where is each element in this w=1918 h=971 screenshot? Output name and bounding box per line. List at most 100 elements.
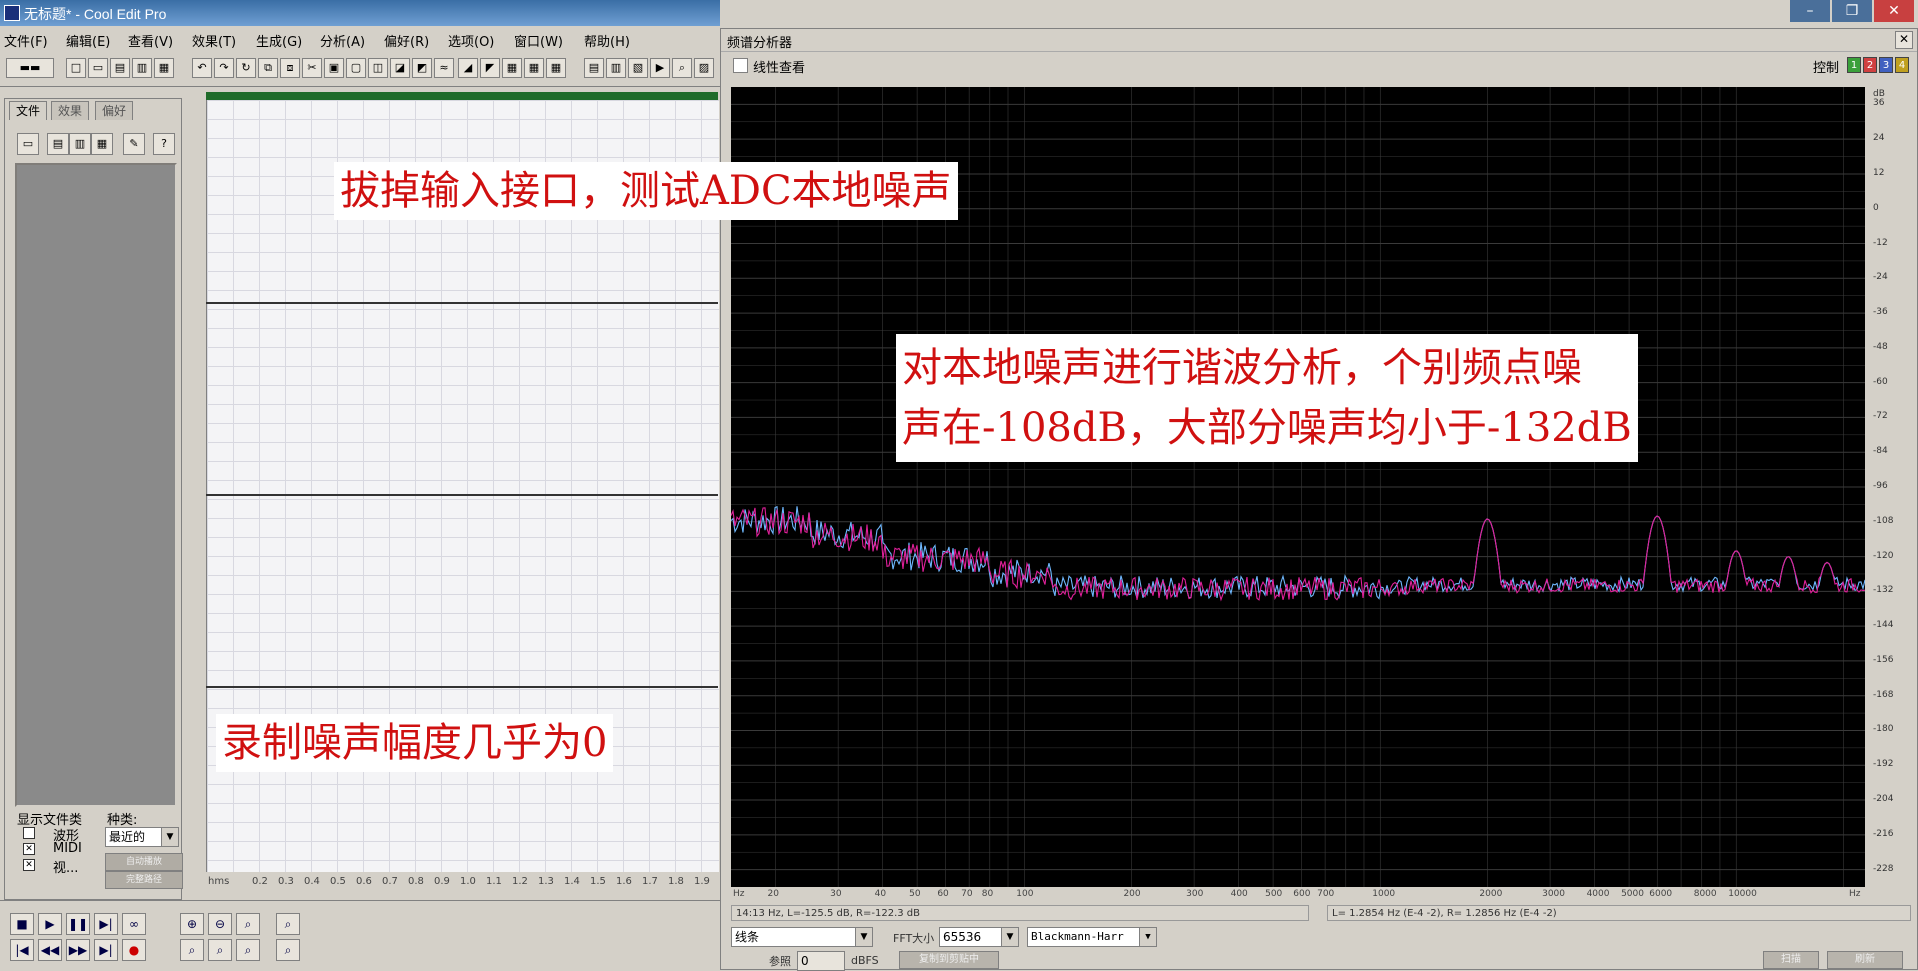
undo-icon[interactable]: ↶ xyxy=(192,58,212,78)
redo-icon[interactable]: ↷ xyxy=(214,58,234,78)
play-list-icon[interactable]: ▶ xyxy=(650,58,670,78)
pause-icon[interactable]: ❚❚ xyxy=(66,913,90,935)
refresh-button[interactable]: 刷新 xyxy=(1827,951,1903,969)
tab-favorites[interactable]: 偏好 xyxy=(95,101,134,120)
menu-window[interactable]: 窗口(W) xyxy=(514,31,563,50)
view-waveform-icon[interactable]: ◢ xyxy=(458,58,478,78)
mix-paste-icon[interactable]: ◫ xyxy=(368,58,388,78)
scan-button[interactable]: 扫描 xyxy=(1763,951,1819,969)
grid2-icon[interactable]: ▦ xyxy=(524,58,544,78)
zoom-left-icon[interactable]: ⌕ xyxy=(180,939,204,961)
grid-icon[interactable]: ▦ xyxy=(502,58,522,78)
play-icon[interactable]: ▶ xyxy=(38,913,62,935)
menu-help[interactable]: 帮助(H) xyxy=(584,31,630,50)
stop-icon[interactable]: ■ xyxy=(10,913,34,935)
control-button-3[interactable]: 3 xyxy=(1879,57,1893,73)
save-icon[interactable]: ▤ xyxy=(110,58,130,78)
forward-icon[interactable]: ▶▶ xyxy=(66,939,90,961)
type-waveform[interactable]: 波形 xyxy=(23,825,103,844)
zoom-out-icon[interactable]: ⊖ xyxy=(208,913,232,935)
time-ruler: hms 0.2 0.3 0.4 0.5 0.6 0.7 0.8 0.9 1.0 1.1 1.2 1.3 1… xyxy=(206,872,718,892)
menu-generate[interactable]: 生成(G) xyxy=(256,31,302,50)
chevron-down-icon[interactable]: ▼ xyxy=(161,828,178,846)
ruler-tick: 0.2 xyxy=(252,876,268,887)
menu-file[interactable]: 文件(F) xyxy=(4,31,48,50)
cd-icon[interactable]: ▤ xyxy=(584,58,604,78)
close-button[interactable]: ✕ xyxy=(1874,0,1914,22)
menu-favorites[interactable]: 偏好(R) xyxy=(384,31,429,50)
import-icon[interactable]: ▤ xyxy=(47,133,69,155)
copy-icon[interactable]: ⧉ xyxy=(258,58,278,78)
loop-icon[interactable]: ∞ xyxy=(122,913,146,935)
plot-type-select[interactable]: 线条 ▼ xyxy=(731,927,873,947)
control-button-2[interactable]: 2 xyxy=(1863,57,1877,73)
record-icon[interactable]: ● xyxy=(122,939,146,961)
checkbox[interactable] xyxy=(23,827,35,839)
zoom-right-icon[interactable]: ⌕ xyxy=(208,939,232,961)
checkbox-checked[interactable]: ✕ xyxy=(23,843,35,855)
help-icon[interactable]: ? xyxy=(153,133,175,155)
zoom-vertical-in-icon[interactable]: ⌕ xyxy=(276,913,300,935)
open-folder-icon[interactable]: ▭ xyxy=(88,58,108,78)
play-to-end-icon[interactable]: ▶| xyxy=(94,913,118,935)
tab-files[interactable]: 文件 xyxy=(9,101,48,120)
go-end-icon[interactable]: ▶| xyxy=(94,939,118,961)
rewind-icon[interactable]: ◀◀ xyxy=(38,939,62,961)
info-icon[interactable]: ▨ xyxy=(694,58,714,78)
zoom-selection-icon[interactable]: ⌕ xyxy=(236,939,260,961)
trim-icon[interactable]: ◪ xyxy=(390,58,410,78)
zoom-icon[interactable]: ⌕ xyxy=(672,58,692,78)
save-as-icon[interactable]: ▦ xyxy=(154,58,174,78)
control-button-4[interactable]: 4 xyxy=(1895,57,1909,73)
menu-effects[interactable]: 效果(T) xyxy=(192,31,236,50)
close-file-icon[interactable]: ▥ xyxy=(69,133,91,155)
toggle-view-button[interactable]: ▬▬ xyxy=(6,58,54,78)
checkbox-checked[interactable]: ✕ xyxy=(23,859,35,871)
type-midi[interactable]: ✕ MIDI xyxy=(23,841,103,857)
delete-silence-icon[interactable]: ◩ xyxy=(412,58,432,78)
repeat-icon[interactable]: ↻ xyxy=(236,58,256,78)
menu-analyze[interactable]: 分析(A) xyxy=(320,31,365,50)
zoom-vertical-out-icon[interactable]: ⌕ xyxy=(276,939,300,961)
file-list[interactable] xyxy=(15,163,177,807)
menu-options[interactable]: 选项(O) xyxy=(448,31,494,50)
zoom-in-icon[interactable]: ⊕ xyxy=(180,913,204,935)
tab-effects[interactable]: 效果 xyxy=(51,101,90,120)
new-file-icon[interactable]: □ xyxy=(66,58,86,78)
paste-new-icon[interactable]: ▢ xyxy=(346,58,366,78)
grid3-icon[interactable]: ▦ xyxy=(546,58,566,78)
type-video[interactable]: ✕ 视... xyxy=(23,857,103,876)
chevron-down-icon[interactable]: ▼ xyxy=(855,928,872,946)
reference-input[interactable]: 0 xyxy=(797,951,845,971)
close-icon[interactable]: ✕ xyxy=(1895,31,1913,49)
edit-file-icon[interactable]: ✎ xyxy=(123,133,145,155)
fft-size-select[interactable]: 65536 ▼ xyxy=(939,927,1019,947)
menu-edit[interactable]: 编辑(E) xyxy=(66,31,110,50)
view-spectral-icon[interactable]: ◤ xyxy=(480,58,500,78)
maximize-button[interactable]: ❐ xyxy=(1832,0,1872,22)
overview-bar[interactable] xyxy=(206,92,718,100)
chevron-down-icon[interactable]: ▼ xyxy=(1139,928,1156,946)
menu-view[interactable]: 查看(V) xyxy=(128,31,173,50)
copy-to-clipboard-button[interactable]: 复制到剪贴中 xyxy=(899,951,999,969)
copy-new-icon[interactable]: ⧈ xyxy=(280,58,300,78)
window-title: 无标题* - Cool Edit Pro xyxy=(24,6,167,22)
control-button-1[interactable]: 1 xyxy=(1847,57,1861,73)
close-all-icon[interactable]: ▦ xyxy=(91,133,113,155)
paste-icon[interactable]: ▣ xyxy=(324,58,344,78)
save-all-icon[interactable]: ▥ xyxy=(132,58,152,78)
window-function-select[interactable]: Blackmann-Harr ▼ xyxy=(1027,927,1157,947)
open-file-icon[interactable]: ▭ xyxy=(17,133,39,155)
cue-icon[interactable]: ▥ xyxy=(606,58,626,78)
minimize-button[interactable]: – xyxy=(1790,0,1830,22)
full-path-button[interactable]: 完整路径 xyxy=(105,871,183,889)
autoplay-button[interactable]: 自动播放 xyxy=(105,853,183,871)
kind-select[interactable]: 最近的 ▼ xyxy=(105,827,179,847)
chevron-down-icon[interactable]: ▼ xyxy=(1001,928,1018,946)
zoom-full-icon[interactable]: ⌕ xyxy=(236,913,260,935)
track-icon[interactable]: ▧ xyxy=(628,58,648,78)
envelope-icon[interactable]: ≈ xyxy=(434,58,454,78)
go-start-icon[interactable]: |◀ xyxy=(10,939,34,961)
cut-icon[interactable]: ✂ xyxy=(302,58,322,78)
linear-view-checkbox[interactable] xyxy=(733,58,748,73)
